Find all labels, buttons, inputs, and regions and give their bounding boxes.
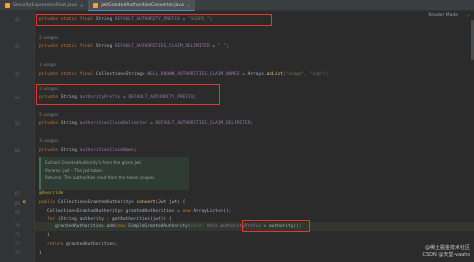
- java-file-icon: [93, 2, 99, 8]
- tab-security-expression-root[interactable]: SecurityExpressionRoot.java ✕: [0, 0, 88, 10]
- javadoc-line: Returns: The authorities read from the t…: [45, 175, 155, 180]
- implements-icon[interactable]: ◐: [23, 199, 26, 205]
- tab-label: JwtGrantedAuthoritiesConverter.java: [101, 2, 184, 8]
- code-editor[interactable]: private static final String DEFAULT_AUTH…: [35, 11, 474, 262]
- javadoc-line: Extract GrantedAuthority's from the give…: [45, 160, 143, 165]
- javadoc-line: Params: jwt – The Jwt token: [45, 167, 103, 173]
- code-line: public Collection<GrantedAuthority> conv…: [39, 200, 186, 205]
- code-line: private static final String DEFAULT_AUTH…: [39, 44, 229, 49]
- usages-hint[interactable]: 3 usages: [39, 139, 58, 145]
- code-line: for (String authority : getAuthorities(j…: [47, 217, 172, 222]
- line-number: 55: [14, 122, 20, 127]
- watermark-line: @稀土掘金技术社区: [424, 245, 470, 251]
- tab-jwt-granted-authorities-converter[interactable]: JwtGrantedAuthoritiesConverter.java ✕: [88, 0, 196, 11]
- javadoc-block: Extract GrantedAuthority's from the give…: [39, 157, 189, 190]
- line-number: 70: [14, 224, 20, 229]
- close-icon[interactable]: ✕: [80, 3, 83, 8]
- line-number: 41: [14, 18, 20, 23]
- code-line: }: [47, 233, 50, 238]
- code-line: return grantedAuthorities;: [47, 242, 118, 247]
- inspection-ok-icon[interactable]: ✓: [467, 13, 470, 19]
- line-number: 72: [14, 242, 20, 247]
- code-line: private static final Collection<String> …: [39, 72, 329, 77]
- highlight-box-authority-prefix-usage: [242, 220, 310, 232]
- code-line: private String authoritiesClaimDelimiter…: [39, 121, 254, 126]
- highlight-box-authority-prefix-field: [36, 84, 220, 105]
- code-line: Collection<GrantedAuthority> grantedAuth…: [47, 209, 232, 214]
- usages-hint[interactable]: 2 usages: [39, 36, 58, 42]
- line-number: 54: [14, 96, 20, 101]
- close-icon[interactable]: ✕: [187, 3, 190, 8]
- usages-hint[interactable]: 2 usages: [39, 113, 58, 119]
- highlight-box-default-prefix: [36, 14, 272, 26]
- line-number-gutter: 41 45 47 54 55 60 67 68 59 70 71 72 73 ◐: [0, 11, 35, 262]
- line-number: 73: [14, 251, 20, 256]
- java-file-icon: [5, 2, 10, 8]
- override-annotation: @Override: [39, 191, 64, 196]
- tab-label: SecurityExpressionRoot.java: [13, 2, 77, 8]
- line-number: 71: [14, 233, 20, 238]
- code-line: private String authoritiesClaimName;: [39, 148, 137, 153]
- watermark: @稀土掘金技术社区 CSDN @天堂-vaahs: [422, 245, 470, 259]
- line-number: 68: [14, 202, 20, 207]
- editor-tab-bar: SecurityExpressionRoot.java ✕ JwtGranted…: [0, 0, 474, 11]
- line-number: 67: [14, 192, 20, 197]
- line-number: 60: [14, 149, 20, 154]
- reader-mode-button[interactable]: Reader Mode: [428, 13, 458, 18]
- line-number: 59: [14, 211, 20, 216]
- line-number: 45: [14, 45, 20, 50]
- usages-hint[interactable]: 1 usage: [39, 63, 56, 69]
- code-line: }: [39, 251, 42, 256]
- line-number: 47: [14, 73, 20, 78]
- watermark-line: CSDN @天堂-vaahs: [422, 252, 470, 258]
